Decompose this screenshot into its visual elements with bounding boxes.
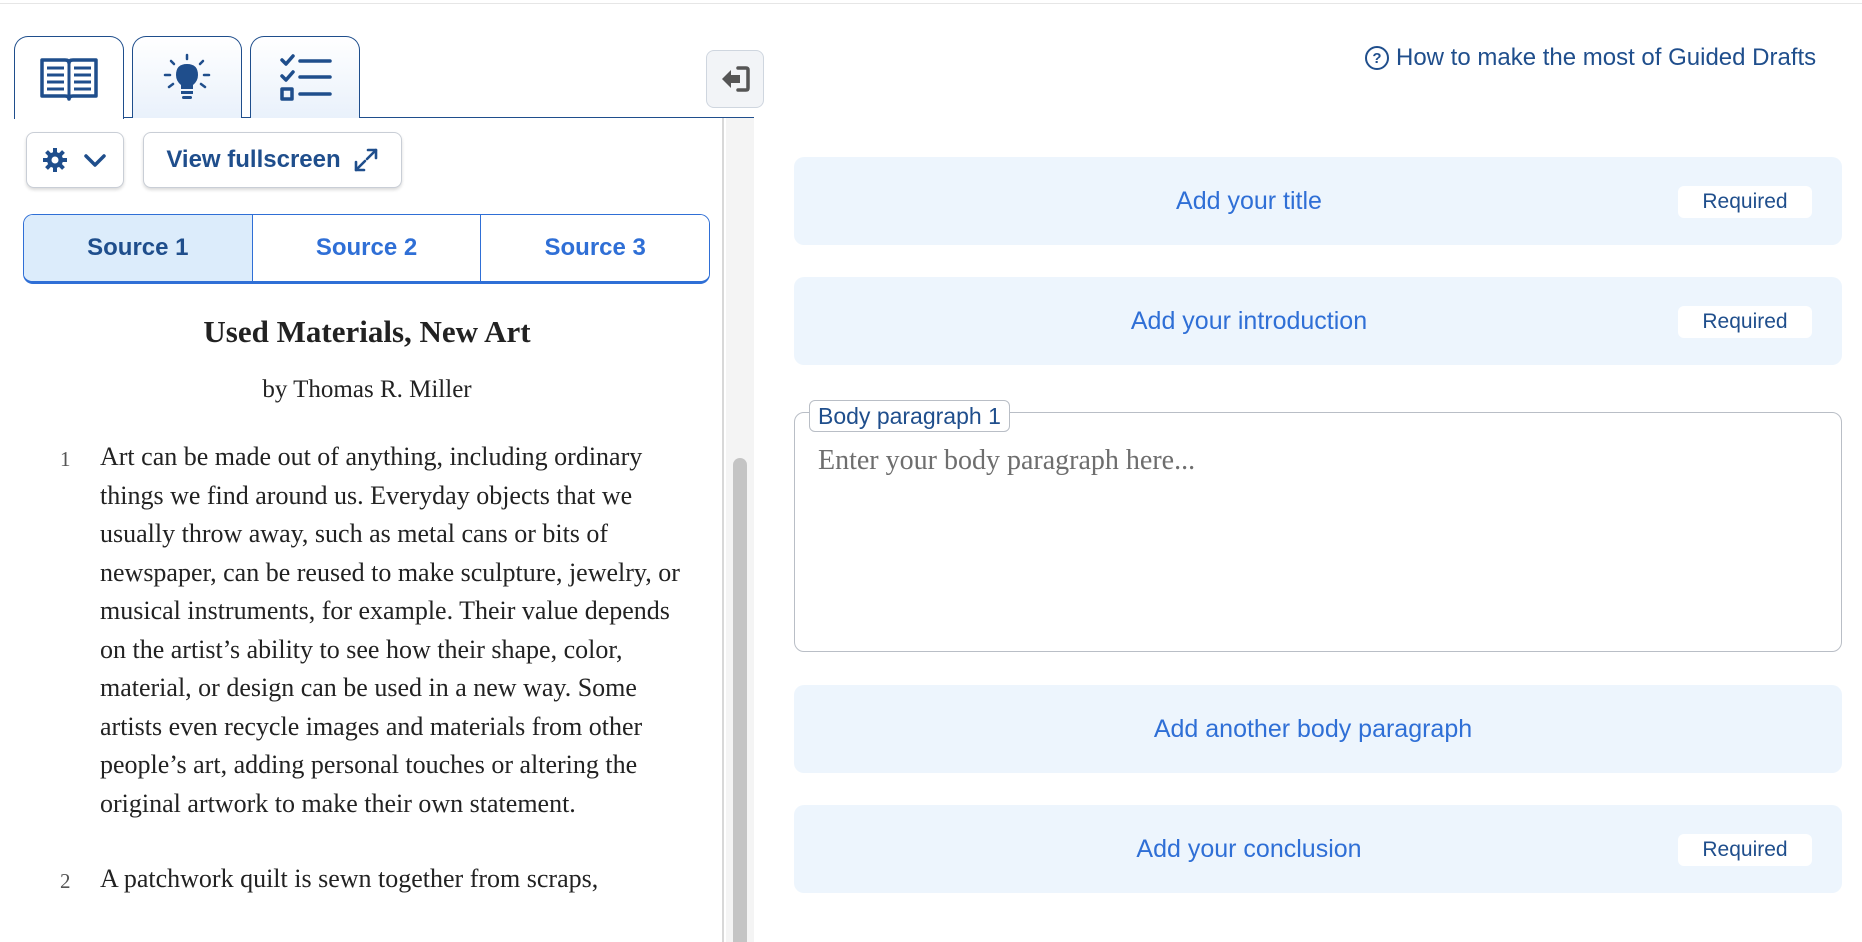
required-badge: Required	[1678, 834, 1812, 866]
body-paragraph-1-group: Body paragraph 1	[794, 400, 1842, 652]
article-paragraph: 2 A patchwork quilt is sewn together fro…	[0, 860, 722, 899]
paragraph-text: A patchwork quilt is sewn together from …	[100, 864, 599, 893]
article-byline: by Thomas R. Miller	[262, 376, 472, 403]
source-scrollbar[interactable]	[726, 118, 754, 942]
body-paragraph-1-legend: Body paragraph 1	[809, 400, 1010, 432]
tab-source-1[interactable]: Source 1	[24, 215, 253, 281]
add-introduction-label: Add your introduction	[1130, 306, 1368, 335]
checklist-icon	[280, 53, 332, 101]
add-title-section[interactable]: Add your title Required	[794, 157, 1842, 245]
article-paragraph: 1 Art can be made out of anything, inclu…	[0, 438, 722, 823]
tab-checklist[interactable]	[250, 36, 360, 118]
paragraph-number: 1	[60, 447, 71, 471]
source-tabs: Source 1 Source 2 Source 3	[23, 214, 710, 284]
source-panel: View fullscreen Source 1 Source 2 Source…	[0, 4, 764, 942]
tab-reading[interactable]	[14, 36, 124, 119]
collapse-panel-button[interactable]	[706, 50, 764, 108]
help-circle-icon: ?	[1365, 46, 1389, 70]
required-badge: Required	[1678, 186, 1812, 218]
tab-ideas[interactable]	[132, 36, 242, 118]
chevron-down-icon	[84, 154, 106, 167]
paragraph-text: Art can be made out of anything, includi…	[100, 442, 680, 818]
add-conclusion-label: Add your conclusion	[1136, 834, 1362, 863]
book-icon	[40, 58, 98, 101]
source-content: View fullscreen Source 1 Source 2 Source…	[0, 118, 724, 942]
help-link-text: How to make the most of Guided Drafts	[1396, 44, 1817, 71]
add-introduction-section[interactable]: Add your introduction Required	[794, 277, 1842, 365]
add-conclusion-section[interactable]: Add your conclusion Required	[794, 805, 1842, 893]
tab-source-2[interactable]: Source 2	[252, 215, 482, 281]
source-article: Used Materials, New Art by Thomas R. Mil…	[0, 314, 722, 899]
view-fullscreen-label: View fullscreen	[166, 146, 341, 173]
lightbulb-icon	[163, 53, 211, 99]
tab-source-3[interactable]: Source 3	[481, 215, 709, 281]
settings-dropdown-button[interactable]	[26, 132, 124, 188]
add-body-paragraph-section[interactable]: Add another body paragraph	[794, 685, 1842, 773]
body-paragraph-1-input[interactable]	[796, 435, 1840, 649]
view-fullscreen-button[interactable]: View fullscreen	[143, 132, 402, 188]
add-body-paragraph-label: Add another body paragraph	[1153, 714, 1473, 743]
svg-text:?: ?	[1372, 50, 1381, 67]
guided-drafts-help-link[interactable]: ? How to make the most of Guided Drafts	[1364, 44, 1816, 72]
tool-tabs	[14, 36, 754, 119]
scrollbar-thumb[interactable]	[733, 458, 747, 942]
required-badge: Required	[1678, 306, 1812, 338]
article-title: Used Materials, New Art	[203, 314, 531, 349]
gear-icon	[43, 148, 67, 172]
paragraph-number: 2	[60, 869, 71, 893]
add-title-label: Add your title	[1176, 186, 1322, 215]
collapse-panel-icon	[722, 66, 750, 92]
expand-icon	[354, 148, 377, 172]
